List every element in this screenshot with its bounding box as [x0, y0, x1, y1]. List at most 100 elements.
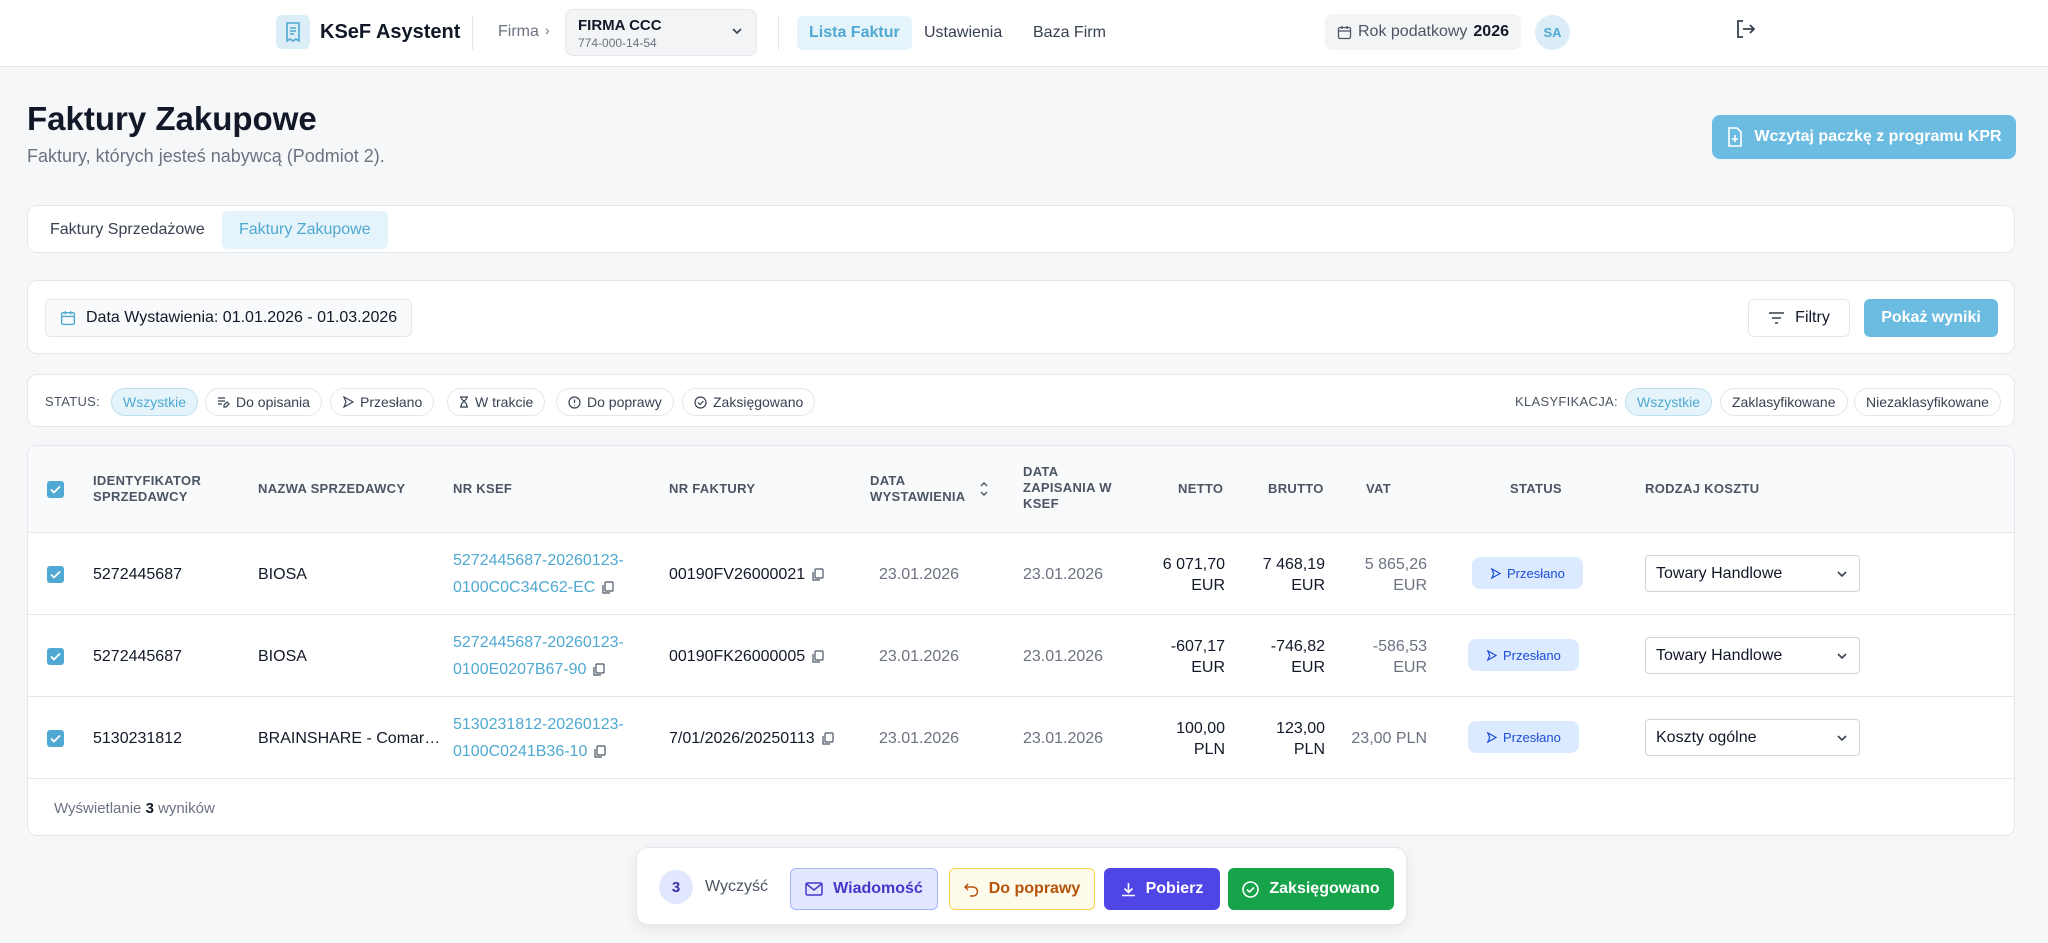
- app-name: KSeF Asystent: [320, 20, 461, 43]
- header-brutto[interactable]: BRUTTO: [1268, 481, 1324, 497]
- cost-type-select[interactable]: Koszty ogólne: [1645, 719, 1860, 756]
- copy-icon[interactable]: [811, 650, 824, 663]
- row-checkbox[interactable]: [47, 730, 64, 747]
- table-row[interactable]: 5272445687 BIOSA 5272445687-20260123- 01…: [28, 533, 2014, 615]
- tax-year-selector[interactable]: Rok podatkowy 2026: [1325, 14, 1521, 50]
- app-logo[interactable]: KSeF Asystent: [276, 15, 460, 49]
- check-circle-icon: [694, 395, 707, 409]
- avatar[interactable]: SA: [1535, 15, 1570, 50]
- undo-icon: [963, 882, 978, 897]
- cost-type-value: Koszty ogólne: [1656, 728, 1757, 746]
- saved-date: 23.01.2026: [1023, 648, 1104, 665]
- issue-date: 23.01.2026: [879, 648, 960, 665]
- selected-count-badge: 3: [659, 870, 693, 904]
- header-text: KSEF: [1023, 496, 1059, 511]
- send-icon: [1486, 731, 1497, 743]
- nav-invoice-list[interactable]: Lista Faktur: [797, 16, 912, 50]
- copy-icon[interactable]: [821, 732, 834, 745]
- calendar-icon: [60, 311, 76, 326]
- copy-icon[interactable]: [811, 568, 824, 581]
- status-pill-needs-fix[interactable]: Do poprawy: [556, 388, 674, 416]
- clear-selection-button[interactable]: Wyczyść: [705, 878, 768, 896]
- class-pill-all[interactable]: Wszystkie: [1625, 388, 1712, 416]
- tab-sales-invoices[interactable]: Faktury Sprzedażowe: [33, 211, 222, 249]
- status-pill-booked[interactable]: Zaksięgowano: [682, 388, 816, 416]
- header-seller-name[interactable]: NAZWA SPRZEDAWCY: [258, 481, 405, 497]
- row-checkbox[interactable]: [47, 648, 64, 665]
- hourglass-icon: [460, 396, 468, 408]
- tab-purchase-invoices[interactable]: Faktury Zakupowe: [222, 211, 388, 249]
- nav-company-base[interactable]: Baza Firm: [1021, 16, 1118, 50]
- send-icon: [342, 396, 354, 408]
- filter-icon: [1769, 312, 1785, 324]
- ksef-number-part: 5272445687-20260123-: [453, 552, 624, 569]
- filter-bar: Data Wystawienia: 01.01.2026 - 01.03.202…: [27, 280, 2015, 354]
- check-icon: [50, 652, 61, 661]
- company-nip: 774-000-14-54: [578, 36, 657, 50]
- seller-id: 5130231812: [93, 730, 182, 747]
- header-saved-date[interactable]: DATA ZAPISANIA W KSEF: [1023, 464, 1112, 512]
- booked-button[interactable]: Zaksięgowano: [1228, 868, 1394, 910]
- divider: [778, 16, 779, 50]
- status-pill-sent[interactable]: Przesłano: [330, 388, 435, 416]
- download-button[interactable]: Pobierz: [1104, 868, 1220, 910]
- ksef-number-link[interactable]: 5272445687-20260123- 0100E0207B67-90: [453, 629, 624, 683]
- copy-icon[interactable]: [592, 663, 606, 676]
- date-range-label: Data Wystawienia: 01.01.2026 - 01.03.202…: [86, 309, 398, 326]
- row-checkbox[interactable]: [47, 566, 64, 583]
- cost-type-select[interactable]: Towary Handlowe: [1645, 637, 1860, 674]
- tax-year-value: 2026: [1473, 23, 1509, 40]
- needs-fix-button[interactable]: Do poprawy: [949, 868, 1095, 910]
- copy-icon[interactable]: [601, 581, 614, 594]
- status-pill-label: Przesłano: [360, 394, 423, 410]
- status-pill-label: Do opisania: [236, 394, 310, 410]
- header-status[interactable]: STATUS: [1510, 481, 1562, 497]
- filters-label: Filtry: [1795, 309, 1830, 326]
- table-row[interactable]: 5130231812 BRAINSHARE - Comar… 513023181…: [28, 697, 2014, 779]
- vat-amount: 23,00 PLN: [1328, 728, 1427, 749]
- vat-amount: -586,53 EUR: [1328, 636, 1427, 678]
- copy-icon[interactable]: [593, 745, 606, 758]
- amount-value: 23,00 PLN: [1351, 730, 1427, 747]
- status-badge: Przesłano: [1472, 557, 1583, 589]
- show-results-button[interactable]: Pokaż wyniki: [1864, 299, 1998, 337]
- status-pill-in-progress[interactable]: W trakcie: [447, 388, 546, 416]
- status-text: Przesłano: [1503, 729, 1561, 745]
- import-kpr-button[interactable]: Wczytaj paczkę z programu KPR: [1712, 115, 2016, 159]
- amount-currency: EUR: [1291, 659, 1325, 676]
- date-range-filter[interactable]: Data Wystawienia: 01.01.2026 - 01.03.202…: [45, 299, 413, 337]
- chevron-right-icon: ›: [545, 22, 550, 38]
- company-selector[interactable]: FIRMA CCC 774-000-14-54: [565, 9, 757, 56]
- header-cost-type[interactable]: RODZAJ KOSZTU: [1645, 481, 1759, 497]
- status-text: Przesłano: [1507, 565, 1565, 581]
- check-icon: [50, 485, 61, 494]
- ksef-number-link[interactable]: 5130231812-20260123- 0100C0241B36-10: [453, 711, 624, 765]
- class-pill-unclassified[interactable]: Niezaklasyfikowane: [1854, 388, 2001, 416]
- nav-settings[interactable]: Ustawienia: [912, 16, 1014, 50]
- class-pill-classified[interactable]: Zaklasyfikowane: [1720, 388, 1848, 416]
- select-all-checkbox[interactable]: [47, 481, 64, 498]
- results-count: Wyświetlanie 3 wyników: [54, 800, 215, 817]
- header-vat[interactable]: VAT: [1366, 481, 1391, 497]
- amount-currency: EUR: [1191, 659, 1225, 676]
- filters-button[interactable]: Filtry: [1748, 299, 1850, 337]
- amount-value: 100,00: [1176, 720, 1225, 737]
- alert-circle-icon: [568, 395, 581, 409]
- message-button[interactable]: Wiadomość: [790, 868, 938, 910]
- header-ksef-number[interactable]: NR KSEF: [453, 481, 512, 497]
- cost-type-select[interactable]: Towary Handlowe: [1645, 555, 1860, 592]
- header-seller-id[interactable]: IDENTYFIKATOR SPRZEDAWCY: [93, 473, 201, 505]
- status-pill-all[interactable]: Wszystkie: [111, 388, 198, 416]
- status-pill-to-describe[interactable]: Do opisania: [205, 388, 322, 416]
- calendar-icon: [1337, 25, 1352, 39]
- header-issue-date[interactable]: DATA WYSTAWIENIA: [870, 473, 966, 505]
- table-row[interactable]: 5272445687 BIOSA 5272445687-20260123- 01…: [28, 615, 2014, 697]
- header-invoice-number[interactable]: NR FAKTURY: [669, 481, 755, 497]
- sort-icon[interactable]: [979, 480, 989, 498]
- file-import-icon: [1728, 127, 1743, 147]
- logout-icon[interactable]: [1733, 17, 1757, 41]
- amount-value: 123,00: [1276, 720, 1325, 737]
- ksef-number-link[interactable]: 5272445687-20260123- 0100C0C34C62-EC: [453, 547, 624, 601]
- header-netto[interactable]: NETTO: [1178, 481, 1223, 497]
- status-badge: Przesłano: [1468, 721, 1579, 753]
